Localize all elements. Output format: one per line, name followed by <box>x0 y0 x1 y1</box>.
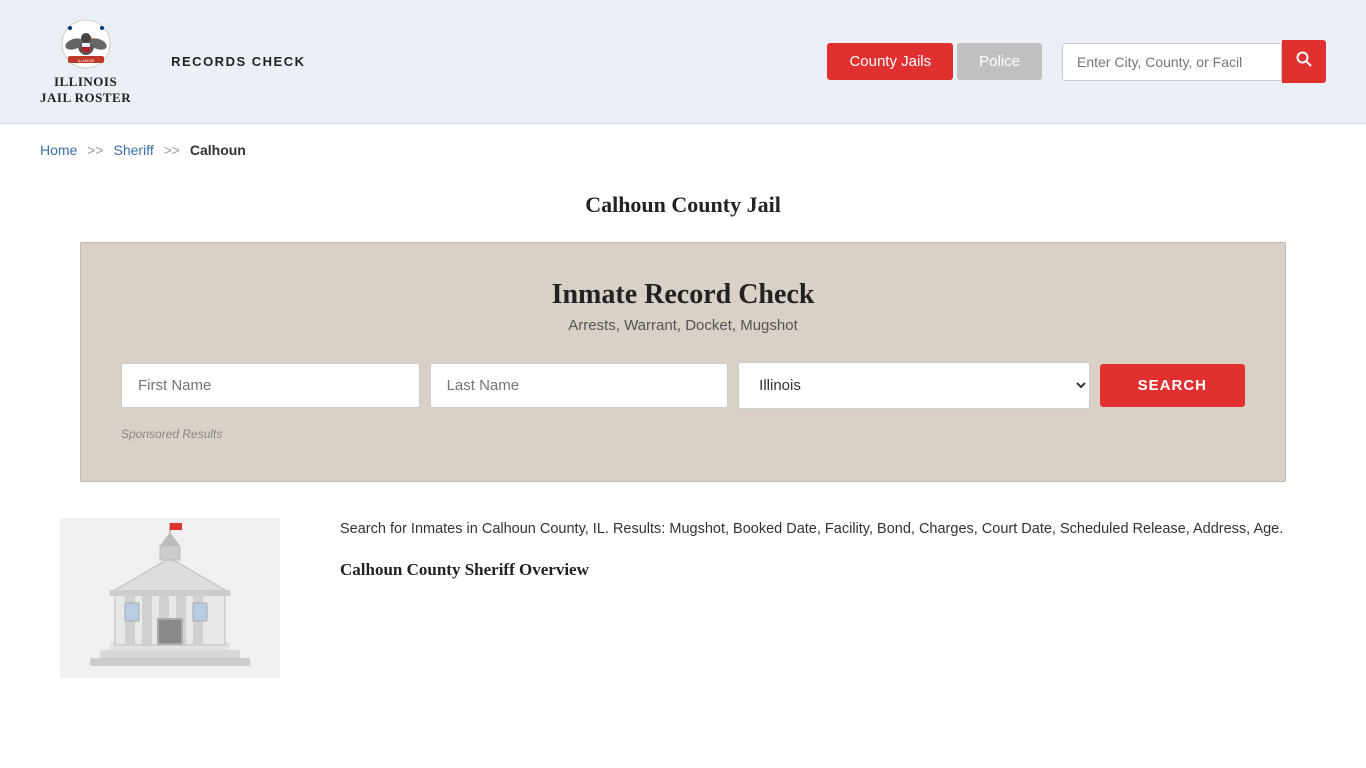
inmate-box-title: Inmate Record Check <box>121 279 1245 311</box>
logo-link[interactable]: ILLINOIS ILLINOIS JAIL ROSTER <box>40 18 131 105</box>
inmate-search-button[interactable]: SEARCH <box>1100 364 1245 407</box>
inmate-search-row: Illinois SEARCH <box>121 362 1245 409</box>
police-button[interactable]: Police <box>957 43 1042 80</box>
breadcrumb: Home >> Sheriff >> Calhoun <box>0 124 1366 176</box>
courthouse-icon <box>60 518 280 678</box>
bottom-text-area: Search for Inmates in Calhoun County, IL… <box>340 518 1326 590</box>
bottom-section: Search for Inmates in Calhoun County, IL… <box>0 482 1366 708</box>
inmate-record-box: Inmate Record Check Arrests, Warrant, Do… <box>80 242 1286 482</box>
bottom-description: Search for Inmates in Calhoun County, IL… <box>340 518 1326 542</box>
bottom-heading: Calhoun County Sheriff Overview <box>340 556 1326 584</box>
page-title-area: Calhoun County Jail <box>0 176 1366 242</box>
county-jails-button[interactable]: County Jails <box>827 43 953 80</box>
breadcrumb-sep2: >> <box>164 142 180 158</box>
svg-text:ILLINOIS: ILLINOIS <box>77 58 94 63</box>
building-image-area <box>40 518 300 678</box>
sponsored-label: Sponsored Results <box>121 427 1245 441</box>
page-title: Calhoun County Jail <box>40 192 1326 218</box>
breadcrumb-home[interactable]: Home <box>40 142 77 158</box>
header-search-input[interactable] <box>1062 43 1282 81</box>
breadcrumb-current: Calhoun <box>190 142 246 158</box>
site-header: ILLINOIS ILLINOIS JAIL ROSTER RECORDS CH… <box>0 0 1366 124</box>
breadcrumb-sep1: >> <box>87 142 103 158</box>
header-search-area <box>1062 40 1326 83</box>
breadcrumb-sheriff[interactable]: Sheriff <box>114 142 154 158</box>
search-icon <box>1296 51 1312 67</box>
logo-text: ILLINOIS JAIL ROSTER <box>40 74 131 105</box>
records-check-link[interactable]: RECORDS CHECK <box>171 54 305 69</box>
first-name-input[interactable] <box>121 363 420 408</box>
header-search-button[interactable] <box>1282 40 1326 83</box>
inmate-box-subtitle: Arrests, Warrant, Docket, Mugshot <box>121 317 1245 334</box>
last-name-input[interactable] <box>430 363 729 408</box>
state-select[interactable]: Illinois <box>738 362 1090 409</box>
illinois-seal-icon: ILLINOIS <box>60 18 112 70</box>
header-nav: County Jails Police <box>827 40 1326 83</box>
